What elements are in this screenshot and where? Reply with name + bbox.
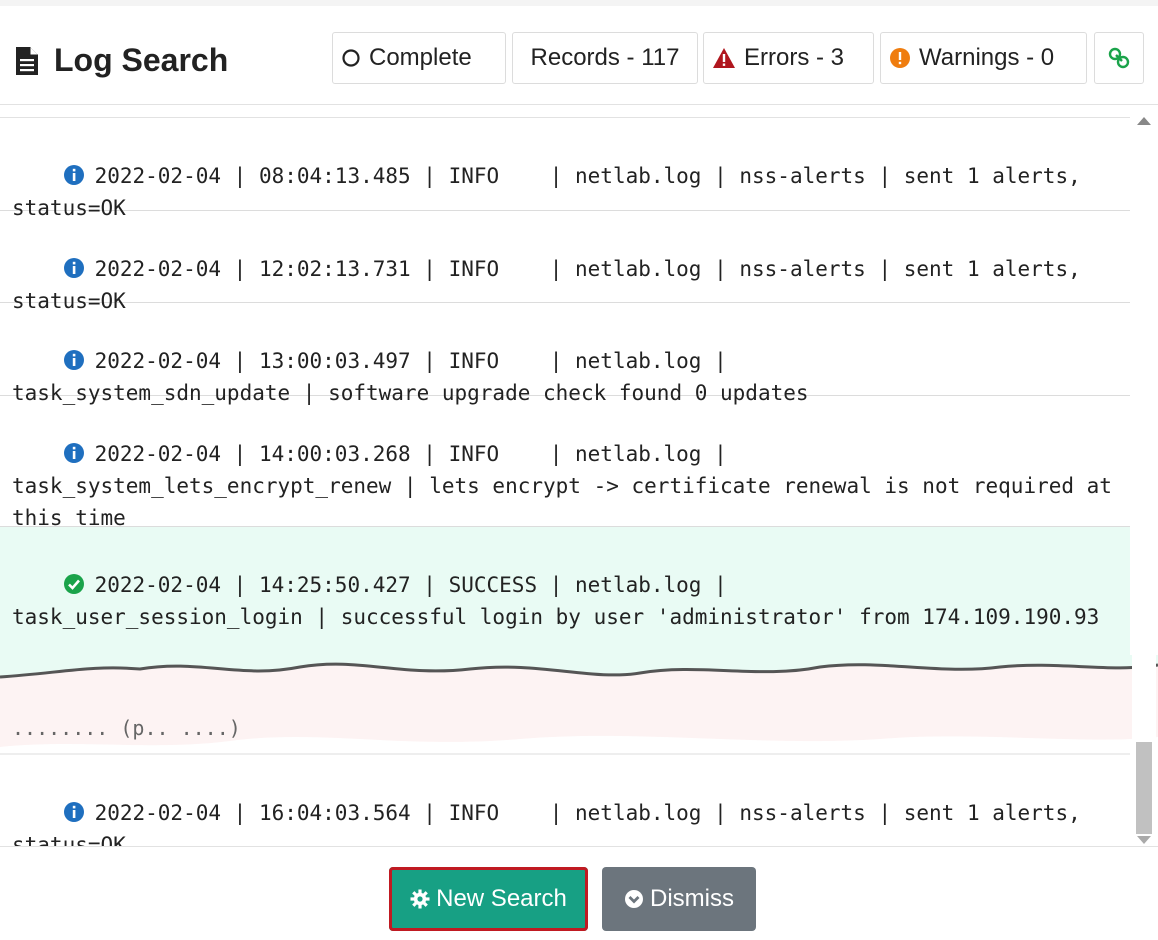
warning-triangle-icon <box>712 47 736 69</box>
log-entry-text: 2022-02-04 | 14:00:03.268 | INFO | netla… <box>12 442 1112 530</box>
scroll-thumb[interactable] <box>1136 742 1152 834</box>
log-entry: 2022-02-04 | 14:00:03.268 | INFO | netla… <box>0 396 1130 530</box>
log-entry-success: 2022-02-04 | 14:25:50.427 | SUCCESS | ne… <box>0 527 1130 657</box>
info-circle-icon <box>63 443 84 463</box>
status-complete-badge[interactable]: Complete <box>332 32 506 84</box>
scroll-up-arrow[interactable] <box>1137 117 1151 125</box>
torn-fragment-text: ........ (p.. ....) <box>12 716 241 740</box>
log-search-header: Log Search Complete Records - 117 Errors… <box>0 8 1158 105</box>
scroll-down-arrow[interactable] <box>1137 836 1151 844</box>
link-icon <box>1108 47 1130 69</box>
errors-count-badge[interactable]: Errors - 3 <box>703 32 874 84</box>
log-scrollbar[interactable] <box>1132 117 1156 846</box>
log-entry: 2022-02-04 | 16:04:03.564 | INFO | netla… <box>0 755 1130 847</box>
dialog-footer: New Search Dismiss <box>0 846 1158 940</box>
new-search-label: New Search <box>436 885 567 912</box>
exclamation-circle-icon <box>889 47 911 69</box>
log-entry-text: 2022-02-04 | 14:25:50.427 | SUCCESS | ne… <box>12 573 1100 629</box>
chevron-down-circle-icon <box>624 889 644 909</box>
dismiss-button[interactable]: Dismiss <box>602 867 756 931</box>
info-circle-icon <box>63 802 84 822</box>
top-border <box>0 0 1158 6</box>
file-text-icon <box>16 46 38 75</box>
page-title: Log Search <box>54 42 229 78</box>
check-circle-icon <box>63 574 84 594</box>
records-count-badge[interactable]: Records - 117 <box>512 32 698 84</box>
log-entry: 2022-02-04 | 12:02:13.731 | INFO | netla… <box>0 211 1130 313</box>
warnings-count-badge[interactable]: Warnings - 0 <box>880 32 1087 84</box>
circle-outline-icon <box>341 48 361 68</box>
errors-count-label: Errors - 3 <box>744 44 845 71</box>
warnings-count-label: Warnings - 0 <box>919 44 1055 71</box>
gear-icon <box>410 889 430 909</box>
info-circle-icon <box>63 165 84 185</box>
records-count-label: Records - 117 <box>530 44 680 71</box>
info-circle-icon <box>63 350 84 370</box>
new-search-button[interactable]: New Search <box>389 867 588 931</box>
status-complete-label: Complete <box>369 44 472 71</box>
dismiss-label: Dismiss <box>650 885 734 912</box>
title-group: Log Search <box>14 42 228 79</box>
link-button[interactable] <box>1094 32 1144 84</box>
log-entry: 2022-02-04 | 13:00:03.497 | INFO | netla… <box>0 303 1130 405</box>
torn-edge-separator: ........ (p.. ....) <box>0 655 1158 755</box>
log-entry: 2022-02-04 | 08:04:13.485 | INFO | netla… <box>0 118 1130 220</box>
log-entry-text: 2022-02-04 | 16:04:03.564 | INFO | netla… <box>12 801 1094 847</box>
info-circle-icon <box>63 258 84 278</box>
